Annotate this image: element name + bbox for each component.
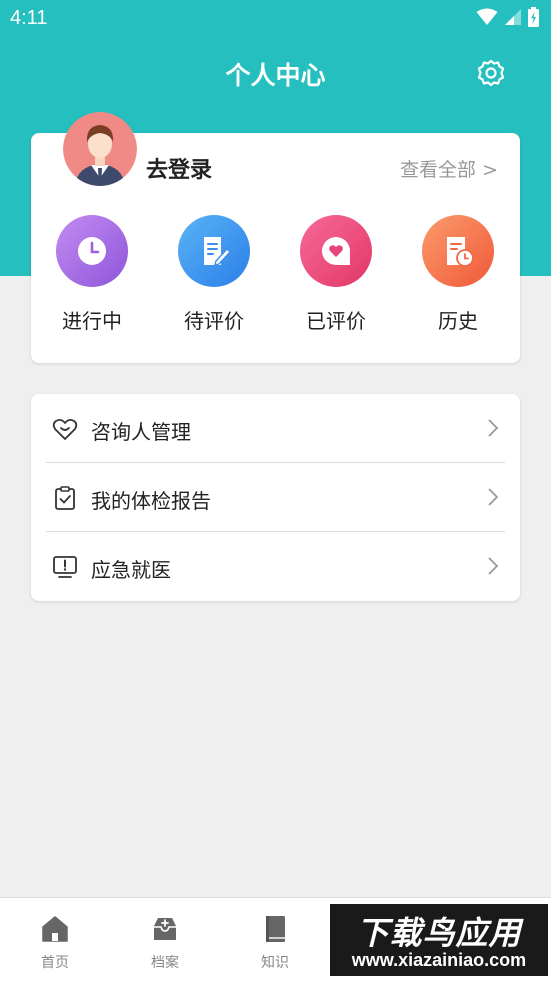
book-icon [266,916,285,942]
menu-label: 我的体检报告 [91,489,211,513]
watermark-overlay: 下载鸟应用 www.xiazainiao.com [330,904,548,976]
edit-document-icon [178,215,250,287]
menu-label: 咨询人管理 [91,420,191,444]
tab-home[interactable]: 首页 [0,898,110,981]
order-in-progress[interactable]: 进行中 [42,215,142,334]
menu-item-consultant-management[interactable]: 咨询人管理 [31,394,520,463]
status-time: 4:11 [10,7,48,29]
order-label: 进行中 [62,309,122,333]
chevron-right-icon [488,488,499,506]
order-history[interactable]: 历史 [408,215,508,334]
chevron-right-icon [488,557,499,575]
order-pending-review[interactable]: 待评价 [164,215,264,334]
tab-knowledge[interactable]: 知识 [220,898,330,981]
menu-item-emergency[interactable]: 应急就医 [31,532,520,601]
battery-charging-icon [528,7,539,27]
gear-icon [477,59,505,87]
status-icons [476,7,539,27]
order-reviewed[interactable]: 已评价 [286,215,386,334]
watermark-title: 下载鸟应用 [356,914,522,952]
menu-card: 咨询人管理 我的体检报告 应急就医 [31,394,520,601]
avatar[interactable] [63,112,137,186]
history-document-icon [422,215,494,287]
login-button[interactable]: 去登录 [146,152,212,184]
watermark-url: www.xiazainiao.com [351,950,527,970]
clock-icon [56,215,128,287]
home-icon [42,916,68,942]
wifi-icon [476,8,498,25]
order-label: 待评价 [184,309,244,333]
chevron-right-icon [488,419,499,437]
tab-label: 首页 [41,955,69,971]
tab-label: 档案 [151,955,179,971]
heart-chat-icon [300,215,372,287]
status-bar: 4:11 [0,0,551,38]
profile-card: 去登录 查看全部 > 进行中 待评价 已评价 历史 [31,112,520,363]
order-label: 已评价 [306,309,366,333]
order-label: 历史 [438,309,478,333]
page-title: 个人中心 [225,61,326,90]
tab-label: 知识 [261,955,289,971]
cellular-signal-icon [505,9,521,25]
alert-monitor-icon [53,556,77,578]
menu-item-checkup-report[interactable]: 我的体检报告 [31,463,520,532]
user-avatar-icon [63,112,137,186]
heart-smile-icon [52,418,78,440]
order-status-row: 进行中 待评价 已评价 历史 [31,215,520,345]
tab-archive[interactable]: 档案 [110,898,220,981]
settings-button[interactable] [476,58,506,88]
menu-label: 应急就医 [91,558,171,582]
view-all-link[interactable]: 查看全部 > [400,155,498,182]
clipboard-check-icon [55,486,75,510]
archive-icon [154,918,176,940]
